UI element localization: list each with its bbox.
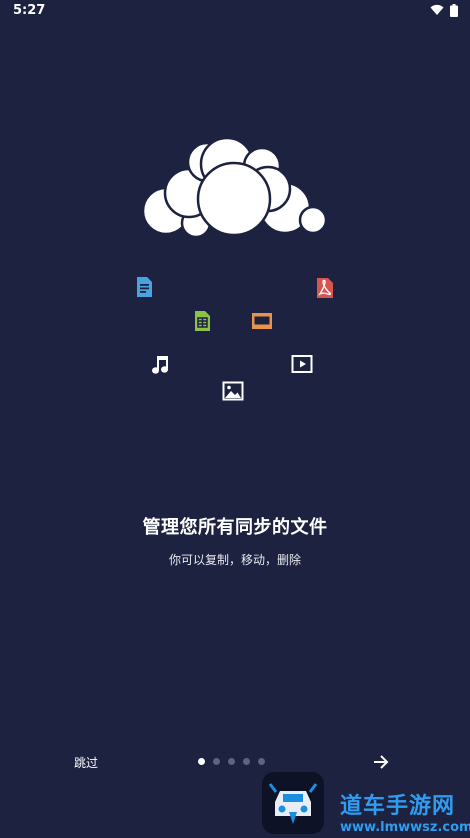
page-subtitle: 你可以复制，移动，删除 [168,553,301,567]
watermark-text: 道车手游网 www.lmwwsz.com [340,788,470,835]
arrow-right-icon [374,755,389,769]
page-indicator [198,758,265,765]
battery-icon [450,4,458,17]
watermark-logo [262,772,324,834]
page-dot-1[interactable] [198,758,205,765]
page-dot-4[interactable] [243,758,250,765]
page-dot-3[interactable] [228,758,235,765]
image-icon [221,379,245,403]
pdf-icon [313,276,337,300]
watermark-title: 道车手游网 [340,794,456,819]
spreadsheet-icon [190,309,214,333]
next-button[interactable] [372,753,390,771]
presentation-icon [250,309,274,333]
page-dot-2[interactable] [213,758,220,765]
page-title: 管理您所有同步的文件 [142,517,328,538]
document-icon [132,275,156,299]
status-icons [430,4,458,17]
cloud-logo [138,136,330,244]
page-dot-5[interactable] [258,758,265,765]
skip-button[interactable]: 跳过 [74,754,98,771]
watermark-url: www.lmwwsz.com [340,820,470,835]
wifi-icon [430,4,444,17]
status-time: 5:27 [13,3,46,18]
music-icon [148,352,172,376]
status-bar: 5:27 [0,0,470,22]
video-icon [290,352,314,376]
